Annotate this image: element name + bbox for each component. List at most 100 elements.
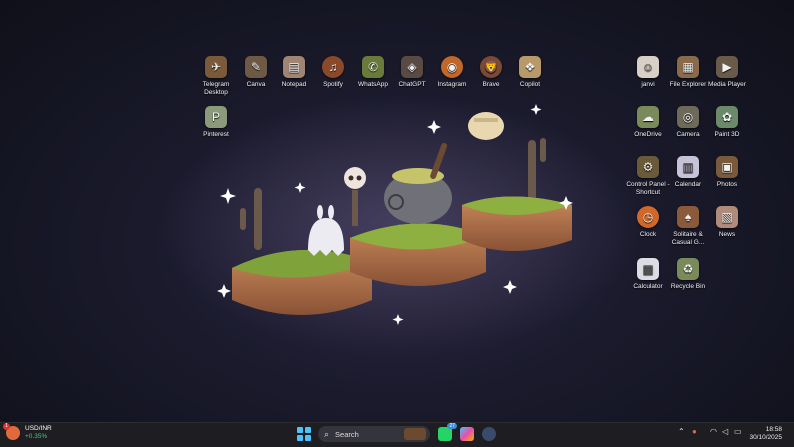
island-right (462, 196, 572, 251)
icon-label: ChatGPT (398, 81, 426, 88)
user-folder-icon: ☺ (637, 56, 659, 78)
desktop-icon-calendar[interactable]: ▥ Calendar (666, 156, 710, 189)
calculator-icon: ▩ (637, 258, 659, 280)
desktop-icon-control-panel[interactable]: ⚙ Control Panel - Shortcut (626, 156, 670, 197)
desktop-icon-brave[interactable]: 🦁 Brave (469, 56, 513, 89)
taskbar-search-box[interactable]: ⌕ Search (318, 426, 430, 442)
notepad-icon: ▤ (283, 56, 305, 78)
icon-label: Solitaire & Casual G... (671, 231, 705, 246)
market-symbol: USD/INR (25, 425, 52, 432)
desktop-icon-chatgpt[interactable]: ◈ ChatGPT (390, 56, 434, 89)
icon-label: Notepad (281, 81, 307, 88)
market-change: +0.35% (25, 433, 48, 440)
media-player-icon: ▶ (716, 56, 738, 78)
desktop-icon-telegram[interactable]: ✈ Telegram Desktop (194, 56, 238, 97)
clock-time: 18:58 (765, 426, 782, 433)
desktop-icon-copilot[interactable]: ❖ Copilot (508, 56, 552, 89)
icon-label: Pinterest (203, 131, 229, 138)
icon-label: janvi (641, 81, 655, 88)
market-widget[interactable]: 1 USD/INR +0.35% (3, 423, 52, 441)
desktop-icon-recycle-bin[interactable]: ♻ Recycle Bin (666, 258, 710, 291)
start-button[interactable] (297, 427, 311, 441)
search-highlight-icon (404, 428, 426, 440)
market-widget-text: USD/INR +0.35% (25, 425, 52, 441)
desktop-icon-calculator[interactable]: ▩ Calculator (626, 258, 670, 291)
tray-app-icon[interactable]: ● (692, 427, 697, 436)
icon-label: Copilot (519, 81, 541, 88)
taskbar-settings[interactable] (482, 427, 496, 441)
icon-label: Media Player (708, 81, 746, 88)
clock-icon: ◷ (637, 206, 659, 228)
icon-label: WhatsApp (358, 81, 388, 88)
icon-label: Telegram Desktop (202, 81, 230, 96)
desktop-icon-pinterest[interactable]: P Pinterest (194, 106, 238, 139)
instagram-icon: ◉ (441, 56, 463, 78)
icon-label: Recycle Bin (670, 283, 706, 290)
windows-logo-tile (304, 434, 311, 441)
recycle-bin-icon: ♻ (677, 258, 699, 280)
whatsapp-icon: ✆ (362, 56, 384, 78)
photos-icon: ▣ (716, 156, 738, 178)
news-icon: ▧ (716, 206, 738, 228)
battery-icon[interactable]: ▭ (734, 427, 742, 436)
desktop-icon-instagram[interactable]: ◉ Instagram (430, 56, 474, 89)
desktop-icon-news[interactable]: ▧ News (705, 206, 749, 239)
paint-3d-icon: ✿ (716, 106, 738, 128)
market-widget-icon: 1 (3, 423, 20, 440)
control-panel-icon: ⚙ (637, 156, 659, 178)
desktop-icon-clock[interactable]: ◷ Clock (626, 206, 670, 239)
desktop-icon-file-explorer[interactable]: ▦ File Explorer (666, 56, 710, 89)
taskbar-copilot[interactable] (460, 427, 474, 441)
calendar-icon: ▥ (677, 156, 699, 178)
desktop-icon-onedrive[interactable]: ☁ OneDrive (626, 106, 670, 139)
desktop-icon-media-player[interactable]: ▶ Media Player (705, 56, 749, 89)
wifi-icon[interactable]: ◠ (710, 427, 717, 436)
desktop-icon-whatsapp[interactable]: ✆ WhatsApp (351, 56, 395, 89)
file-explorer-icon: ▦ (677, 56, 699, 78)
icon-label: Paint 3D (714, 131, 740, 138)
icon-label: Control Panel - Shortcut (626, 181, 670, 196)
icon-label: News (718, 231, 736, 238)
onedrive-icon: ☁ (637, 106, 659, 128)
desktop-icon-solitaire[interactable]: ♠ Solitaire & Casual G... (666, 206, 710, 247)
desktop: ✈ Telegram Desktop ✎ Canva ▤ Notepad ♫ S… (0, 0, 794, 422)
icon-label: Calculator (633, 283, 663, 290)
desktop-icon-camera[interactable]: ◎ Camera (666, 106, 710, 139)
volume-icon[interactable]: ◁ (722, 427, 728, 436)
mummy-creature (468, 112, 504, 140)
taskbar-whatsapp[interactable]: 27 (438, 423, 457, 441)
search-placeholder: Search (335, 429, 359, 439)
icon-label: Clock (639, 231, 657, 238)
windows-logo-tile (304, 427, 311, 434)
windows-logo-tile (297, 434, 304, 441)
icon-label: Brave (482, 81, 500, 88)
search-icon: ⌕ (324, 428, 330, 439)
desktop-icon-janvi[interactable]: ☺ janvi (626, 56, 670, 89)
desktop-icon-spotify[interactable]: ♫ Spotify (311, 56, 355, 89)
icon-label: OneDrive (634, 131, 662, 138)
canva-icon: ✎ (245, 56, 267, 78)
notification-badge: 1 (3, 423, 10, 430)
desktop-icon-photos[interactable]: ▣ Photos (705, 156, 749, 189)
spotify-icon: ♫ (322, 56, 344, 78)
icon-label: Photos (716, 181, 738, 188)
copilot-icon: ❖ (519, 56, 541, 78)
solitaire-icon: ♠ (677, 206, 699, 228)
icon-label: Spotify (323, 81, 343, 88)
icon-label: Instagram (437, 81, 467, 88)
clock-date: 30/10/2025 (749, 434, 782, 441)
camera-icon: ◎ (677, 106, 699, 128)
windows-logo-tile (297, 427, 304, 434)
icon-label: File Explorer (669, 81, 707, 88)
taskbar: 1 USD/INR +0.35% ⌕ Search 27 ⌃ ● ◠ ◁ ▭ 1… (0, 422, 794, 447)
desktop-icon-paint-3d[interactable]: ✿ Paint 3D (705, 106, 749, 139)
pinterest-icon: P (205, 106, 227, 128)
brave-icon: 🦁 (480, 56, 502, 78)
icon-label: Camera (676, 131, 700, 138)
taskbar-clock[interactable]: 18:58 30/10/2025 (749, 426, 782, 442)
telegram-icon: ✈ (205, 56, 227, 78)
show-hidden-icons-chevron-icon[interactable]: ⌃ (678, 427, 685, 436)
icon-label: Calendar (674, 181, 702, 188)
whatsapp-badge: 27 (447, 423, 457, 429)
desktop-icon-notepad[interactable]: ▤ Notepad (272, 56, 316, 89)
